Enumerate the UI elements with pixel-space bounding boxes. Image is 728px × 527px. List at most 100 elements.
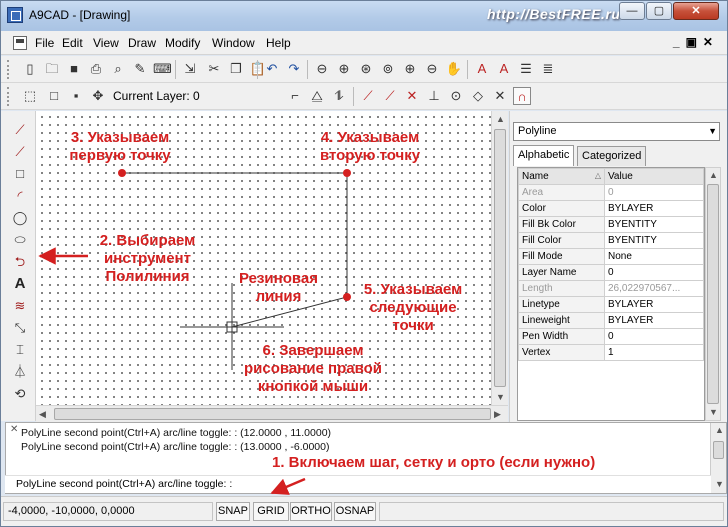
- property-row[interactable]: Vertex 1: [518, 344, 704, 361]
- minimize-button[interactable]: —: [619, 2, 645, 20]
- new-file-icon[interactable]: ▯: [21, 60, 39, 78]
- zoom-previous-icon[interactable]: ⊚: [379, 60, 397, 78]
- zoom-in-icon[interactable]: ⊕: [401, 60, 419, 78]
- property-value[interactable]: BYLAYER: [604, 200, 704, 217]
- break-icon[interactable]: ⌐: [286, 87, 304, 105]
- menu-window[interactable]: Window: [212, 36, 255, 50]
- select-window-icon[interactable]: ⬚: [21, 87, 39, 105]
- menu-draw[interactable]: Draw: [128, 36, 156, 50]
- scroll-right-icon[interactable]: ▶: [494, 409, 501, 420]
- match-properties-icon[interactable]: ⇲: [181, 60, 199, 78]
- property-value[interactable]: BYENTITY: [604, 216, 704, 233]
- arc-tool-icon[interactable]: ◜: [11, 187, 29, 205]
- tab-alphabetic[interactable]: Alphabetic: [513, 145, 575, 166]
- title-bar[interactable]: A9CAD - [Drawing] http://BestFREE.ru — ▢…: [1, 1, 727, 31]
- print-icon[interactable]: ⎙: [87, 60, 105, 78]
- command-input[interactable]: PolyLine second point(Ctrl+A) arc/line t…: [5, 475, 711, 493]
- menu-file[interactable]: File: [35, 36, 54, 50]
- close-button[interactable]: ✕: [673, 2, 719, 20]
- save-icon[interactable]: ■: [65, 60, 83, 78]
- snap-intersection-icon[interactable]: ✕: [403, 87, 421, 105]
- document-icon[interactable]: [13, 36, 27, 50]
- scroll-thumb[interactable]: [54, 408, 491, 420]
- menu-edit[interactable]: Edit: [62, 36, 83, 50]
- mirror-icon[interactable]: ⧋: [308, 87, 326, 105]
- xline-tool-icon[interactable]: ⟋: [11, 143, 29, 161]
- plot-icon[interactable]: ✎: [131, 60, 149, 78]
- pan-hand-icon[interactable]: ✋: [445, 60, 463, 78]
- polyline-tool-icon[interactable]: ⮌: [11, 253, 29, 271]
- property-row[interactable]: Length 26,022970567...: [518, 280, 704, 297]
- text-edit-icon[interactable]: A: [495, 60, 513, 78]
- property-value[interactable]: 0: [604, 184, 704, 201]
- property-row[interactable]: Pen Width 0: [518, 328, 704, 345]
- property-row[interactable]: Layer Name 0: [518, 264, 704, 281]
- grid-toggle-button[interactable]: GRID: [253, 502, 289, 521]
- property-value[interactable]: 0: [604, 328, 704, 345]
- property-row[interactable]: Linetype BYLAYER: [518, 296, 704, 313]
- property-row[interactable]: Color BYLAYER: [518, 200, 704, 217]
- undo-icon[interactable]: ↶: [263, 60, 281, 78]
- app-icon[interactable]: [7, 7, 23, 23]
- maximize-button[interactable]: ▢: [646, 2, 672, 20]
- offset-icon[interactable]: ⥮: [330, 87, 348, 105]
- scroll-thumb[interactable]: [707, 184, 719, 404]
- scroll-up-icon[interactable]: ▲: [496, 114, 505, 124]
- cut-icon[interactable]: ✂: [205, 60, 223, 78]
- circle-tool-icon[interactable]: ◯: [11, 209, 29, 227]
- tablet-icon[interactable]: ⌨: [153, 60, 172, 78]
- scroll-down-icon[interactable]: ▼: [715, 479, 724, 489]
- canvas-horizontal-scrollbar[interactable]: ◀ ▶: [36, 405, 508, 422]
- snap-toggle-button[interactable]: SNAP: [216, 502, 250, 521]
- snap-perpendicular-icon[interactable]: ⊥: [425, 87, 443, 105]
- property-value[interactable]: 1: [604, 344, 704, 361]
- zoom-out-icon[interactable]: ⊖: [423, 60, 441, 78]
- copy-icon[interactable]: ❐: [227, 60, 245, 78]
- scroll-down-icon[interactable]: ▼: [496, 392, 505, 402]
- text-style-icon[interactable]: A: [473, 60, 491, 78]
- scroll-thumb[interactable]: [713, 441, 724, 459]
- property-row[interactable]: Area 0: [518, 184, 704, 201]
- object-type-select[interactable]: Polyline ▼: [513, 122, 720, 141]
- hatch-tool-icon[interactable]: ≋: [11, 297, 29, 315]
- menu-view[interactable]: View: [93, 36, 119, 50]
- mdi-window-buttons[interactable]: _▣✕: [673, 35, 719, 49]
- snap-magnet-icon[interactable]: ∩: [513, 87, 531, 105]
- rotate-tool-icon[interactable]: ⟲: [11, 385, 29, 403]
- property-value[interactable]: BYENTITY: [604, 232, 704, 249]
- property-value[interactable]: BYLAYER: [604, 312, 704, 329]
- column-header-value[interactable]: Value: [604, 168, 704, 185]
- ortho-toggle-button[interactable]: ORTHO: [290, 502, 332, 521]
- osnap-toggle-button[interactable]: OSNAP: [334, 502, 376, 521]
- dimension-aligned-icon[interactable]: ⤡: [11, 319, 29, 337]
- text-tool-icon[interactable]: A: [11, 275, 29, 293]
- chevron-down-icon[interactable]: ▼: [708, 126, 717, 136]
- move-icon[interactable]: ✥: [89, 87, 107, 105]
- snap-center-icon[interactable]: ⊙: [447, 87, 465, 105]
- column-header-name[interactable]: Name △: [518, 168, 605, 185]
- rectangle-select-icon[interactable]: □: [45, 87, 63, 105]
- toolbar-grip[interactable]: [7, 60, 10, 79]
- point-icon[interactable]: ▪: [67, 87, 85, 105]
- line-tool-icon[interactable]: ⟋: [11, 121, 29, 139]
- close-icon[interactable]: ✕: [10, 424, 18, 435]
- toolbar-grip[interactable]: [7, 87, 10, 106]
- scroll-thumb[interactable]: [494, 129, 506, 387]
- dimension-angular-icon[interactable]: ⏃: [11, 363, 29, 381]
- ellipse-tool-icon[interactable]: ⬭: [11, 231, 29, 249]
- zoom-window-icon[interactable]: ⊖: [313, 60, 331, 78]
- snap-quadrant-icon[interactable]: ◇: [469, 87, 487, 105]
- zoom-realtime-icon[interactable]: ⊛: [357, 60, 375, 78]
- snap-midpoint-icon[interactable]: ⟋: [381, 87, 399, 105]
- property-row[interactable]: Fill Mode None: [518, 248, 704, 265]
- property-value[interactable]: None: [604, 248, 704, 265]
- dimension-vertical-icon[interactable]: ⌶: [11, 341, 29, 359]
- open-folder-icon[interactable]: 🗀: [43, 60, 61, 78]
- tab-categorized[interactable]: Categorized: [577, 146, 647, 166]
- rectangle-tool-icon[interactable]: □: [11, 165, 29, 183]
- layers-icon[interactable]: ☰: [517, 60, 535, 78]
- canvas-vertical-scrollbar[interactable]: ▲ ▼: [491, 111, 508, 405]
- menu-help[interactable]: Help: [266, 36, 291, 50]
- snap-endpoint-icon[interactable]: ⟋: [359, 87, 377, 105]
- menu-modify[interactable]: Modify: [165, 36, 200, 50]
